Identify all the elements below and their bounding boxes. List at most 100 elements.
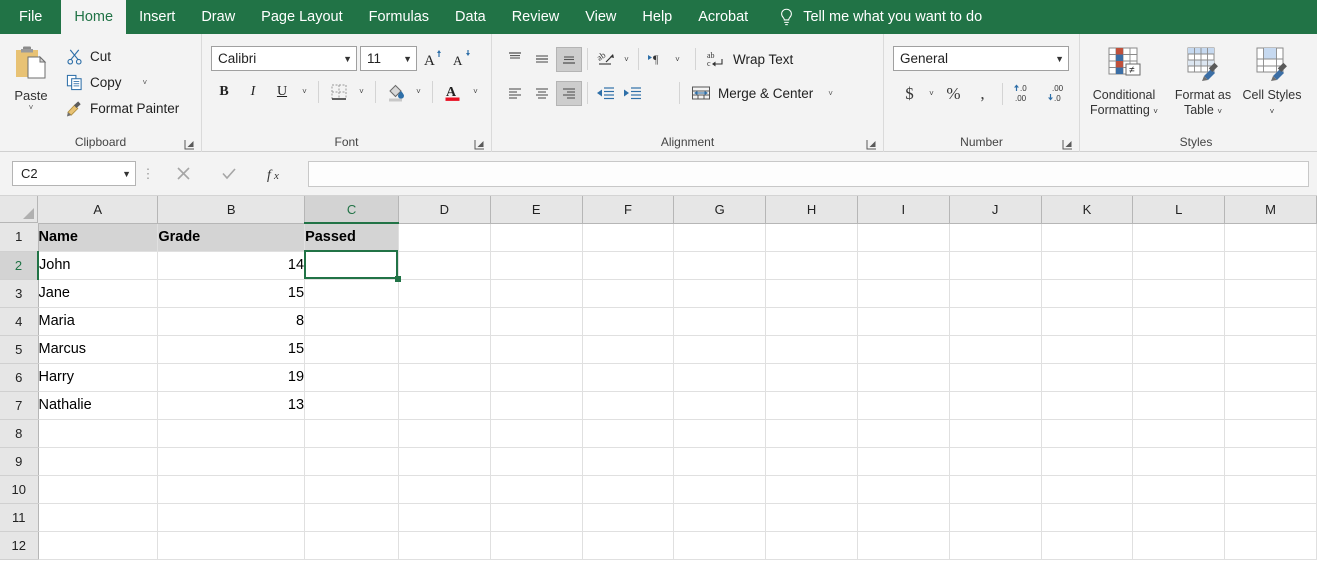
column-header-D[interactable]: D xyxy=(398,196,491,224)
cell-C5[interactable] xyxy=(304,335,399,364)
cell-L2[interactable] xyxy=(1132,251,1226,280)
font-size-combobox[interactable]: 11 ▼ xyxy=(360,46,417,71)
font-color-button[interactable]: A xyxy=(440,79,466,104)
underline-dropdown-button[interactable]: ˅ xyxy=(298,79,311,104)
cell-E5[interactable] xyxy=(490,335,583,364)
cell-J4[interactable] xyxy=(949,307,1042,336)
font-color-dropdown-button[interactable]: ˅ xyxy=(469,79,482,104)
cell-K10[interactable] xyxy=(1041,475,1134,504)
tell-me-search[interactable]: Tell me what you want to do xyxy=(761,0,994,34)
chevron-down-icon[interactable]: ˅ xyxy=(1270,107,1275,116)
cell-H8[interactable] xyxy=(765,419,858,448)
row-header-1[interactable]: 1 xyxy=(0,223,39,252)
cell-C7[interactable] xyxy=(304,391,399,420)
column-header-C[interactable]: C xyxy=(304,196,399,224)
cell-J7[interactable] xyxy=(949,391,1042,420)
cell-M3[interactable] xyxy=(1224,279,1317,308)
cell-E8[interactable] xyxy=(490,419,583,448)
cell-M2[interactable] xyxy=(1224,251,1317,280)
cell-J5[interactable] xyxy=(949,335,1042,364)
cell-C12[interactable] xyxy=(304,531,399,560)
cell-D4[interactable] xyxy=(398,307,491,336)
cell-A4[interactable]: Maria xyxy=(38,307,159,336)
cell-A12[interactable] xyxy=(38,531,159,560)
cell-G3[interactable] xyxy=(673,279,767,308)
decrease-font-size-button[interactable]: A xyxy=(449,46,475,71)
cell-A1[interactable]: Name xyxy=(38,223,159,252)
cell-C10[interactable] xyxy=(304,475,399,504)
cell-J3[interactable] xyxy=(949,279,1042,308)
cell-G11[interactable] xyxy=(673,503,767,532)
cell-E11[interactable] xyxy=(490,503,583,532)
column-header-J[interactable]: J xyxy=(949,196,1042,224)
cell-F2[interactable] xyxy=(582,251,675,280)
cell-G2[interactable] xyxy=(673,251,767,280)
cell-G5[interactable] xyxy=(673,335,767,364)
cell-G7[interactable] xyxy=(673,391,767,420)
cell-G1[interactable] xyxy=(673,223,767,252)
accounting-dropdown-button[interactable]: ˅ xyxy=(925,81,938,106)
borders-button[interactable] xyxy=(326,79,352,104)
cell-C2[interactable] xyxy=(304,251,399,280)
cut-button[interactable]: Cut xyxy=(62,45,185,67)
cell-J12[interactable] xyxy=(949,531,1042,560)
cell-A5[interactable]: Marcus xyxy=(38,335,159,364)
cell-C3[interactable] xyxy=(304,279,399,308)
tab-review[interactable]: Review xyxy=(499,0,573,34)
cell-L4[interactable] xyxy=(1132,307,1226,336)
copy-dropdown-caret-icon[interactable]: ˅ xyxy=(129,78,148,87)
format-painter-button[interactable]: Format Painter xyxy=(62,97,185,119)
cell-C4[interactable] xyxy=(304,307,399,336)
column-header-F[interactable]: F xyxy=(582,196,675,224)
cell-E4[interactable] xyxy=(490,307,583,336)
cell-H6[interactable] xyxy=(765,363,858,392)
cell-M10[interactable] xyxy=(1224,475,1317,504)
tab-insert[interactable]: Insert xyxy=(126,0,188,34)
cell-B2[interactable]: 14 xyxy=(157,251,306,280)
cell-A11[interactable] xyxy=(38,503,159,532)
clipboard-dialog-launcher-icon[interactable] xyxy=(184,139,195,150)
cell-L5[interactable] xyxy=(1132,335,1226,364)
cell-E3[interactable] xyxy=(490,279,583,308)
row-header-10[interactable]: 10 xyxy=(0,475,39,504)
cell-I12[interactable] xyxy=(857,531,950,560)
cell-M4[interactable] xyxy=(1224,307,1317,336)
cell-D9[interactable] xyxy=(398,447,491,476)
cell-H11[interactable] xyxy=(765,503,858,532)
chevron-down-icon[interactable]: ˅ xyxy=(1217,107,1222,116)
cell-styles-button[interactable]: Cell Styles ˅ xyxy=(1238,42,1306,119)
cell-H1[interactable] xyxy=(765,223,858,252)
cell-G10[interactable] xyxy=(673,475,767,504)
cell-B4[interactable]: 8 xyxy=(157,307,306,336)
tab-draw[interactable]: Draw xyxy=(188,0,248,34)
cell-K3[interactable] xyxy=(1041,279,1134,308)
cell-B5[interactable]: 15 xyxy=(157,335,306,364)
cell-D2[interactable] xyxy=(398,251,491,280)
comma-format-button[interactable]: , xyxy=(969,80,996,107)
cell-K11[interactable] xyxy=(1041,503,1134,532)
tab-home[interactable]: Home xyxy=(61,0,127,34)
number-dialog-launcher-icon[interactable] xyxy=(1062,139,1073,150)
increase-font-size-button[interactable]: A xyxy=(420,46,446,71)
column-header-A[interactable]: A xyxy=(38,196,159,224)
cell-F8[interactable] xyxy=(582,419,675,448)
tab-page-layout[interactable]: Page Layout xyxy=(248,0,355,34)
cell-J11[interactable] xyxy=(949,503,1042,532)
cell-D11[interactable] xyxy=(398,503,491,532)
cell-I11[interactable] xyxy=(857,503,950,532)
cell-L9[interactable] xyxy=(1132,447,1226,476)
row-header-2[interactable]: 2 xyxy=(0,251,39,280)
decrease-decimal-button[interactable]: .00 .0 xyxy=(1043,80,1075,107)
row-header-8[interactable]: 8 xyxy=(0,419,39,448)
cell-J6[interactable] xyxy=(949,363,1042,392)
cell-A7[interactable]: Nathalie xyxy=(38,391,159,420)
row-header-5[interactable]: 5 xyxy=(0,335,39,364)
cell-I3[interactable] xyxy=(857,279,950,308)
column-header-E[interactable]: E xyxy=(490,196,583,224)
select-all-corner[interactable] xyxy=(0,196,38,223)
cell-J8[interactable] xyxy=(949,419,1042,448)
borders-dropdown-button[interactable]: ˅ xyxy=(355,79,368,104)
cell-F10[interactable] xyxy=(582,475,675,504)
column-header-G[interactable]: G xyxy=(673,196,767,224)
cell-I5[interactable] xyxy=(857,335,950,364)
